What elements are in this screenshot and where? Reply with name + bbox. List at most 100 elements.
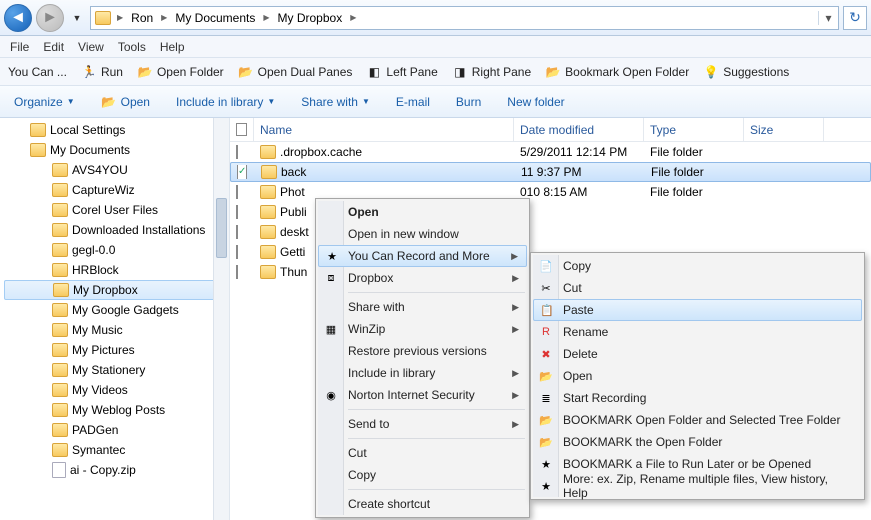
menu-item-label: Restore previous versions (348, 344, 487, 358)
tree-item[interactable]: ai - Copy.zip (0, 460, 229, 480)
submenu-item[interactable]: 📂BOOKMARK Open Folder and Selected Tree … (533, 409, 862, 431)
menu-item[interactable]: Cut (318, 442, 527, 464)
row-checkbox[interactable] (236, 265, 238, 279)
open-folder-button[interactable]: 📂Open Folder (137, 64, 224, 80)
email-button[interactable]: E-mail (396, 95, 430, 109)
tree-item[interactable]: Downloaded Installations (0, 220, 229, 240)
breadcrumb[interactable]: Ron (125, 7, 159, 29)
open-button[interactable]: 📂Open (101, 94, 150, 110)
context-submenu: 📄Copy✂Cut📋PasteRRename✖Delete📂Open≣Start… (530, 252, 865, 500)
back-button[interactable]: ◄ (4, 4, 32, 32)
menu-item[interactable]: Open in new window (318, 223, 527, 245)
date-column[interactable]: Date modified (514, 118, 644, 141)
menu-edit[interactable]: Edit (43, 40, 64, 54)
left-pane-button[interactable]: ◧Left Pane (366, 64, 437, 80)
table-row[interactable]: back11 9:37 PMFile folder (230, 162, 871, 182)
chevron-right-icon[interactable]: ▶ (348, 13, 358, 22)
menu-item[interactable]: ▦WinZip▶ (318, 318, 527, 340)
suggestions-button[interactable]: 💡Suggestions (703, 64, 789, 80)
tree-item[interactable]: gegl-0.0 (0, 240, 229, 260)
share-with-button[interactable]: Share with ▼ (301, 95, 370, 109)
tree-item[interactable]: Corel User Files (0, 200, 229, 220)
row-checkbox[interactable] (236, 225, 238, 239)
menu-tools[interactable]: Tools (118, 40, 146, 54)
tree-item[interactable]: Symantec (0, 440, 229, 460)
tree-item[interactable]: CaptureWiz (0, 180, 229, 200)
folder-icon (30, 143, 46, 157)
submenu-item[interactable]: RRename (533, 321, 862, 343)
you-can-button[interactable]: You Can ... (8, 65, 67, 79)
row-checkbox[interactable] (237, 165, 247, 179)
tree-item[interactable]: My Music (0, 320, 229, 340)
include-in-library-button[interactable]: Include in library ▼ (176, 95, 275, 109)
organize-button[interactable]: Organize ▼ (14, 95, 75, 109)
tree-item[interactable]: HRBlock (0, 260, 229, 280)
new-folder-button[interactable]: New folder (507, 95, 564, 109)
tree-item[interactable]: My Google Gadgets (0, 300, 229, 320)
submenu-item[interactable]: 📂Open (533, 365, 862, 387)
address-history-dropdown[interactable]: ▾ (818, 11, 838, 25)
chevron-right-icon[interactable]: ▶ (159, 13, 169, 22)
submenu-item[interactable]: 📋Paste (533, 299, 862, 321)
menu-file[interactable]: File (10, 40, 29, 54)
folder-icon (260, 145, 276, 159)
folder-icon (260, 265, 276, 279)
dual-panes-button[interactable]: 📂Open Dual Panes (238, 64, 353, 80)
scroll-thumb[interactable] (216, 198, 227, 258)
run-button[interactable]: 🏃Run (81, 64, 123, 80)
table-row[interactable]: .dropbox.cache5/29/2011 12:14 PMFile fol… (230, 142, 871, 162)
submenu-item[interactable]: ✖Delete (533, 343, 862, 365)
menu-item[interactable]: Send to▶ (318, 413, 527, 435)
tree-item[interactable]: Local Settings (0, 120, 229, 140)
tree-item[interactable]: My Stationery (0, 360, 229, 380)
menu-item-label: WinZip (348, 322, 385, 336)
address-bar[interactable]: ▶ Ron ▶ My Documents ▶ My Dropbox ▶ ▾ (90, 6, 839, 30)
type-column[interactable]: Type (644, 118, 744, 141)
row-checkbox[interactable] (236, 205, 238, 219)
checkbox-column[interactable] (230, 118, 254, 141)
tree-item-label: My Videos (72, 383, 128, 397)
submenu-item[interactable]: ✂Cut (533, 277, 862, 299)
chevron-right-icon[interactable]: ▶ (115, 13, 125, 22)
menu-item[interactable]: ⧈Dropbox▶ (318, 267, 527, 289)
refresh-button[interactable]: ↻ (843, 6, 867, 30)
menu-item[interactable]: Copy (318, 464, 527, 486)
name-column[interactable]: Name (254, 118, 514, 141)
menu-item[interactable]: Include in library ▶ (318, 362, 527, 384)
tree-item[interactable]: My Pictures (0, 340, 229, 360)
bookmark-open-folder-button[interactable]: 📂Bookmark Open Folder (545, 64, 689, 80)
burn-button[interactable]: Burn (456, 95, 481, 109)
tree-item-label: PADGen (72, 423, 118, 437)
chevron-right-icon[interactable]: ▶ (261, 13, 271, 22)
menu-help[interactable]: Help (160, 40, 185, 54)
breadcrumb[interactable]: My Documents (169, 7, 261, 29)
row-checkbox[interactable] (236, 245, 238, 259)
tree-item[interactable]: My Videos (0, 380, 229, 400)
menu-item[interactable]: Create shortcut (318, 493, 527, 515)
menu-item[interactable]: Share with▶ (318, 296, 527, 318)
row-checkbox[interactable] (236, 145, 238, 159)
submenu-item[interactable]: ★More: ex. Zip, Rename multiple files, V… (533, 475, 862, 497)
row-checkbox[interactable] (236, 185, 238, 199)
right-pane-button[interactable]: ◨Right Pane (452, 64, 531, 80)
submenu-item[interactable]: ≣Start Recording (533, 387, 862, 409)
menu-item[interactable]: Open (318, 201, 527, 223)
menu-item[interactable]: ★You Can Record and More▶ (318, 245, 527, 267)
breadcrumb[interactable]: My Dropbox (272, 7, 349, 29)
tree-item[interactable]: My Dropbox (4, 280, 225, 300)
submenu-item[interactable]: 📄Copy (533, 255, 862, 277)
menu-item[interactable]: ◉Norton Internet Security▶ (318, 384, 527, 406)
menu-item[interactable]: Restore previous versions (318, 340, 527, 362)
tree-item[interactable]: My Weblog Posts (0, 400, 229, 420)
size-column[interactable]: Size (744, 118, 824, 141)
tree-item[interactable]: PADGen (0, 420, 229, 440)
menu-view[interactable]: View (78, 40, 104, 54)
tree-scrollbar[interactable] (213, 118, 229, 520)
tree-item[interactable]: AVS4YOU (0, 160, 229, 180)
tree-item[interactable]: My Documents (0, 140, 229, 160)
submenu-item[interactable]: 📂BOOKMARK the Open Folder (533, 431, 862, 453)
submenu-arrow-icon: ▶ (512, 368, 519, 379)
menu-item-label: Include in library (348, 366, 435, 380)
menu-item-label: BOOKMARK a File to Run Later or be Opene… (563, 457, 811, 471)
history-dropdown[interactable]: ▼ (68, 10, 86, 26)
